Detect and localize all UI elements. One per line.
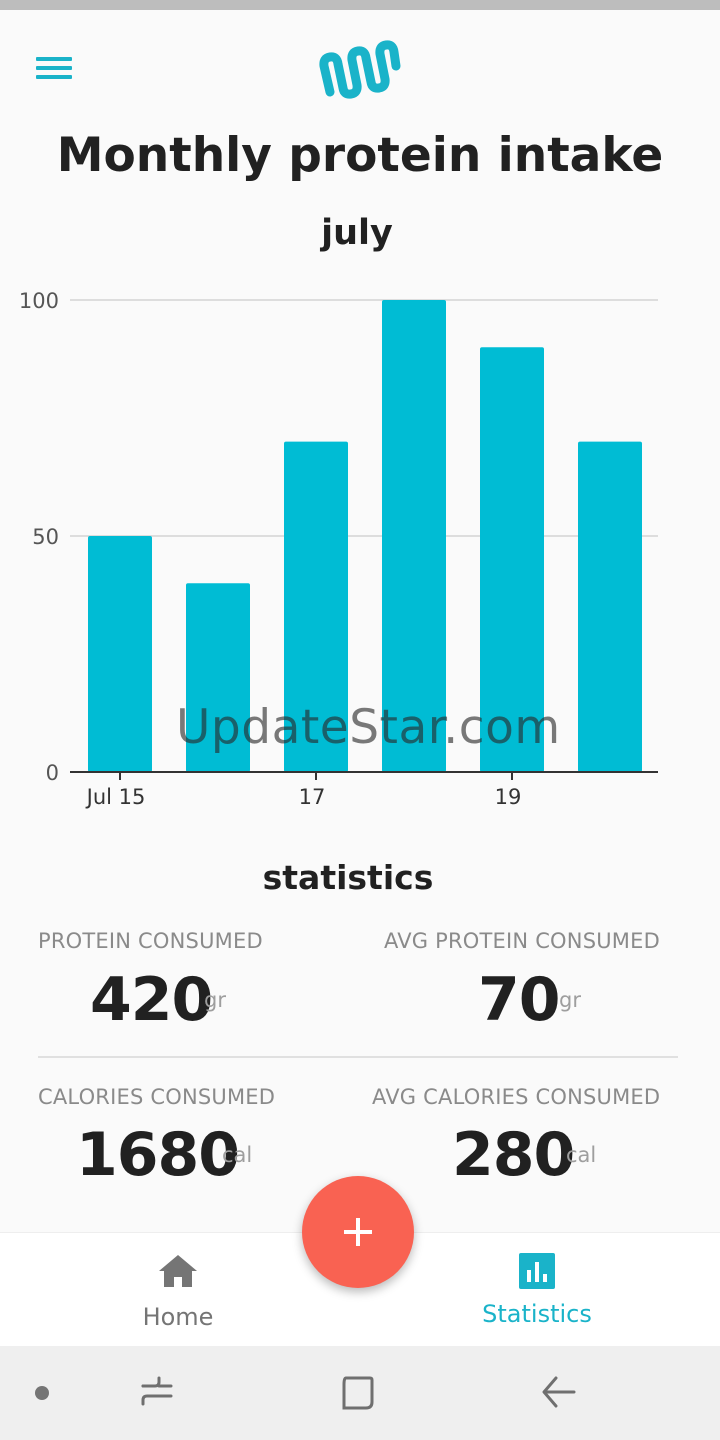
menu-button[interactable] [30,50,78,86]
nav-statistics-label: Statistics [482,1300,592,1328]
avg-protein-consumed-label: AVG PROTEIN CONSUMED [384,929,660,953]
add-entry-button[interactable] [302,1176,414,1288]
system-navigation-bar [0,1346,720,1440]
avg-calories-consumed-unit: cal [566,1143,597,1167]
recent-apps-icon[interactable] [127,1364,187,1424]
calories-consumed-unit: cal [222,1143,253,1167]
stats-divider [38,1056,678,1058]
avg-calories-consumed-value: 280 [452,1120,575,1190]
x-tick-label: 19 [495,785,522,809]
avg-calories-consumed-label: AVG CALORIES CONSUMED [372,1085,661,1109]
protein-consumed-unit: gr [204,988,226,1012]
chart-title: july [321,213,393,253]
status-bar [0,0,720,10]
bar-6 [578,441,642,772]
dot-icon[interactable] [12,1364,72,1424]
calories-consumed-value: 1680 [76,1120,240,1190]
page-title: Monthly protein intake [56,128,664,183]
menu-icon-line [36,66,72,70]
menu-icon-line [36,57,72,61]
app-logo [316,30,402,106]
nav-home[interactable]: Home [58,1233,298,1347]
nav-home-label: Home [142,1303,214,1331]
plus-icon [344,1218,372,1246]
statistics-title: statistics [262,858,434,897]
nav-statistics[interactable]: Statistics [417,1233,657,1347]
avg-protein-consumed-unit: gr [559,988,581,1012]
bar-chart-icon [517,1251,557,1291]
menu-icon-line [36,75,72,79]
y-tick-label: 100 [19,289,59,313]
protein-consumed-label: PROTEIN CONSUMED [38,929,263,953]
back-icon[interactable] [528,1364,588,1424]
home-square-icon[interactable] [328,1364,388,1424]
y-tick-label: 50 [32,525,59,549]
bar-1 [88,536,152,772]
avg-protein-consumed-value: 70 [478,965,560,1035]
x-tick-label: Jul 15 [85,785,146,809]
x-tick-label: 17 [299,785,326,809]
calories-consumed-label: CALORIES CONSUMED [38,1085,276,1109]
y-tick-label: 0 [46,761,59,785]
protein-consumed-value: 420 [90,965,213,1035]
home-icon [158,1251,198,1291]
watermark-text: UpdateStar.com [176,700,561,755]
